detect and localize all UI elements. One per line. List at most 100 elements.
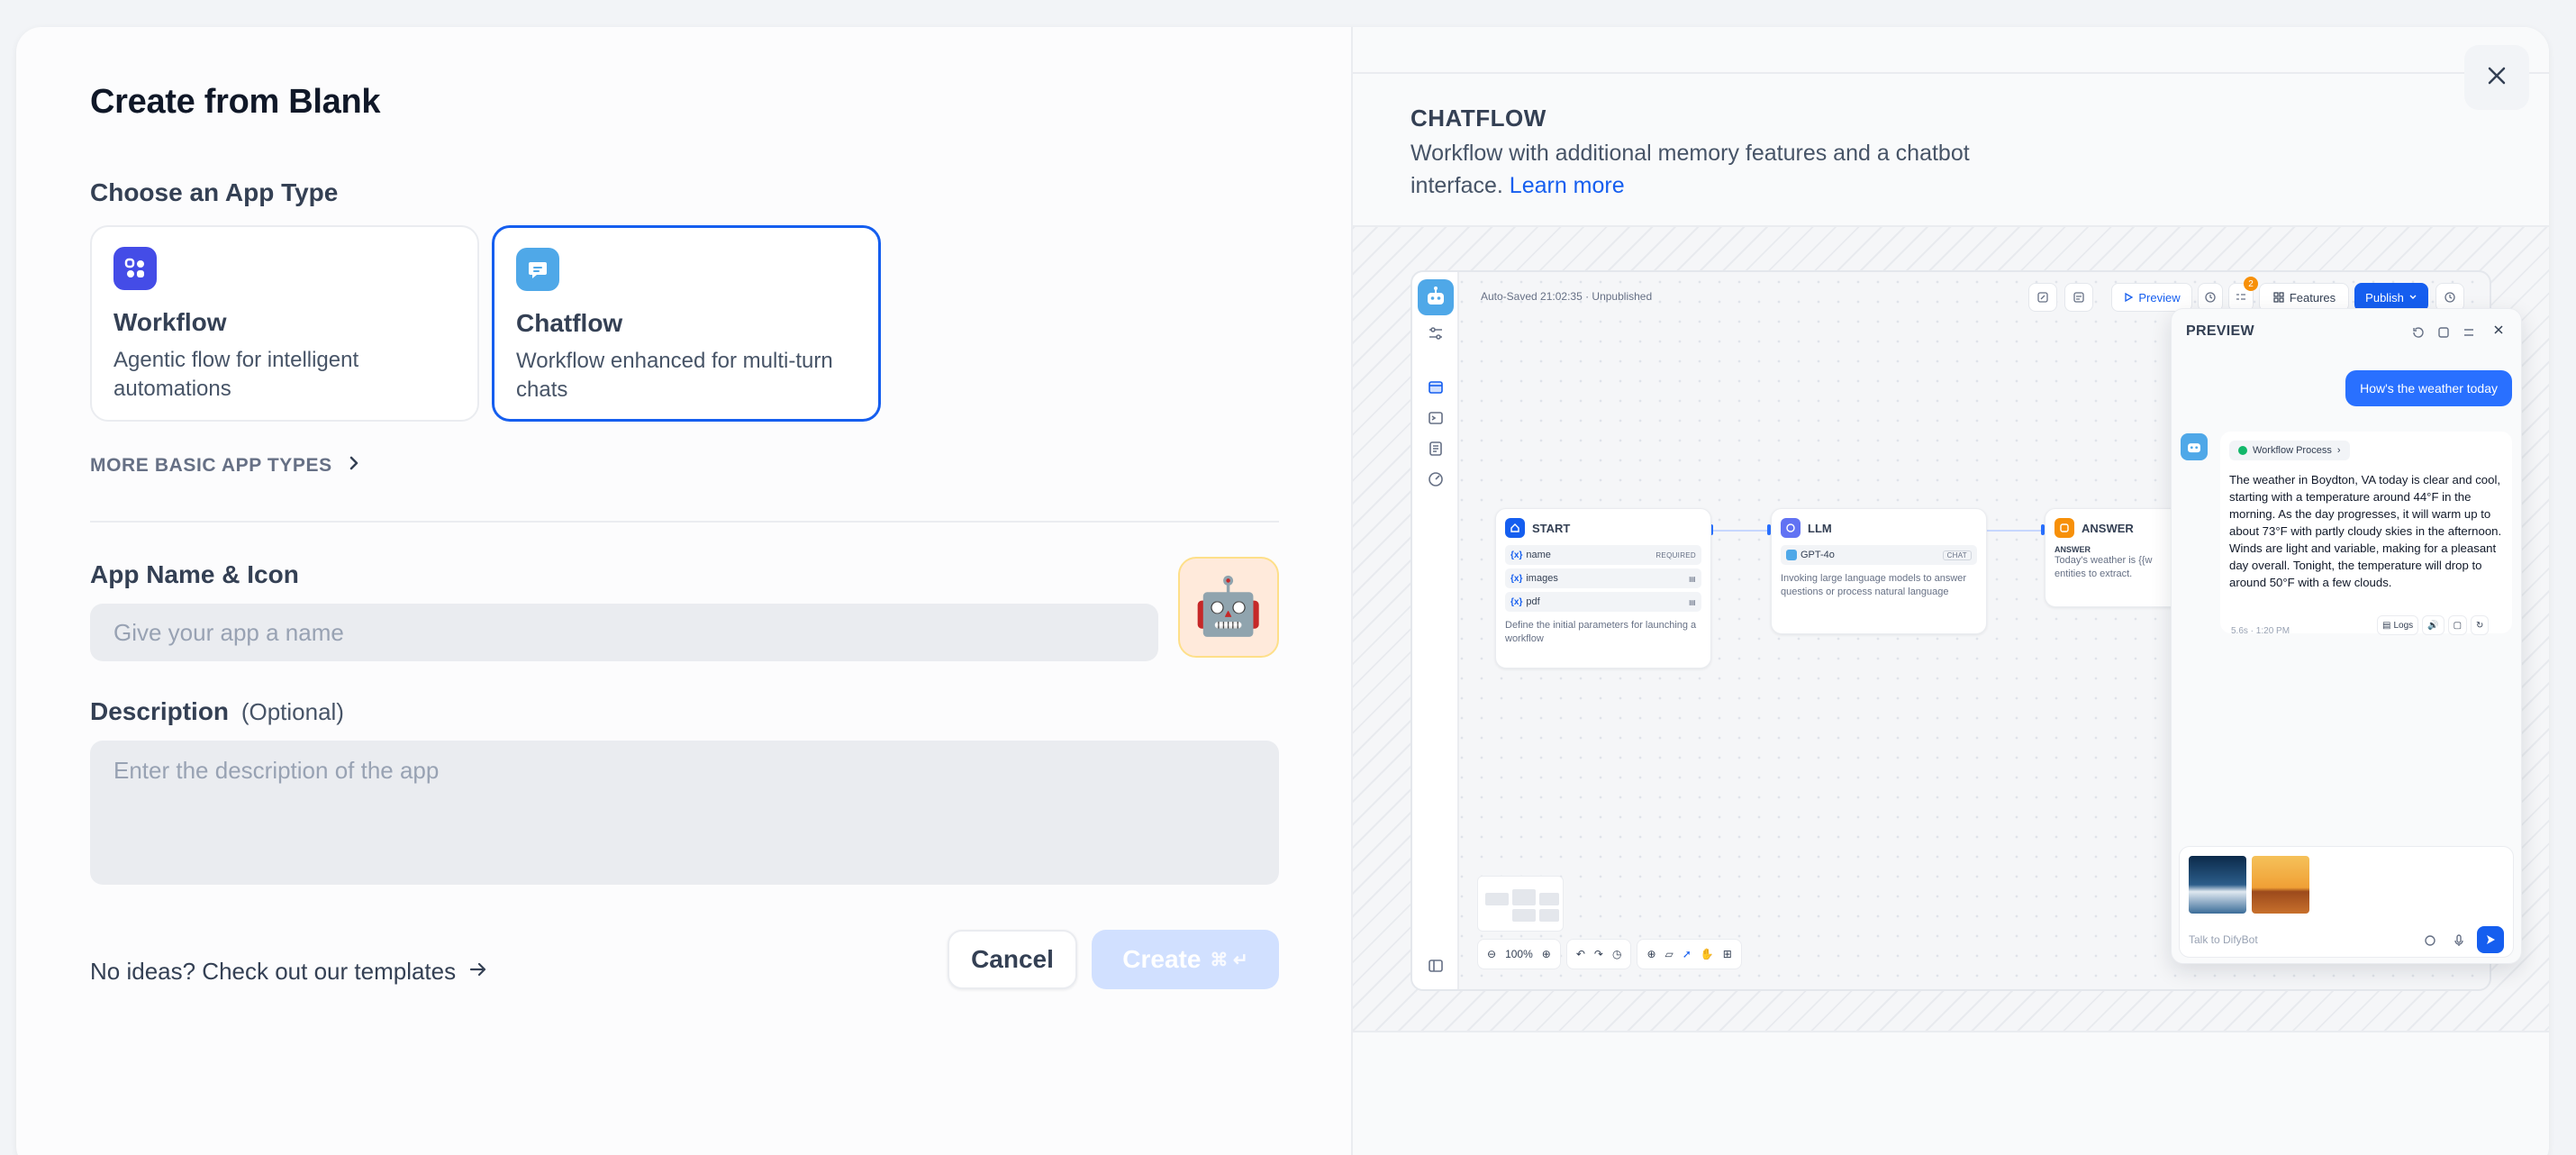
chevron-right-icon: ›: [2336, 445, 2341, 456]
close-icon: [2484, 63, 2509, 93]
bot-logo-icon: [1418, 279, 1454, 315]
uploaded-image-thumbnail: [2189, 856, 2246, 914]
close-button[interactable]: [2464, 45, 2529, 110]
node-title: START: [1532, 521, 1571, 535]
toolbar-button: [2064, 283, 2093, 312]
preview-type-description: Workflow with additional memory features…: [1410, 137, 2041, 202]
app-type-description: Agentic flow for intelligent automations: [113, 348, 359, 401]
edit-icon: [2037, 292, 2048, 303]
checklist-icon: [2073, 292, 2084, 303]
microphone-icon: [2454, 934, 2463, 946]
node-title: ANSWER: [2082, 521, 2134, 535]
home-icon: [1505, 518, 1525, 538]
panel-title: PREVIEW: [2186, 323, 2254, 339]
create-button-label: Create: [1122, 945, 1202, 973]
canvas-toolbar: ⊖ 100% ⊕ ↶ ↷ ◷ ⊕ ▱ ➚ ✋ ⊞: [1477, 939, 1742, 969]
create-button[interactable]: Create ⌘ ↵: [1092, 930, 1279, 989]
terminal-icon: [1429, 412, 1443, 424]
app-preview-label: Preview: [2138, 290, 2181, 305]
divider: [1353, 72, 2549, 74]
history-icon: [2444, 292, 2455, 303]
arrow-right-icon: [468, 958, 488, 986]
logs-button: ▤ Logs: [2377, 615, 2419, 635]
uploaded-image-thumbnail: [2252, 856, 2309, 914]
app-sidebar: [1412, 272, 1459, 989]
templates-link[interactable]: No ideas? Check out our templates: [90, 958, 488, 986]
send-icon: [2477, 926, 2504, 953]
node-description: Define the initial parameters for launch…: [1505, 620, 1697, 644]
app-type-description: Workflow enhanced for multi-turn chats: [516, 349, 833, 402]
create-form: Create from Blank Choose an App Type Wor…: [16, 27, 1351, 1155]
note-icon: ▱: [1664, 948, 1673, 960]
workflow-edge: [1985, 530, 2043, 532]
orchestrate-icon: [1429, 381, 1443, 394]
copy-icon: ▢: [2447, 615, 2468, 635]
variable-name: name: [1526, 550, 1551, 560]
chat-input-box: Talk to DifyBot: [2179, 846, 2514, 958]
answer-icon: [2054, 518, 2074, 538]
variables-icon: [2464, 329, 2473, 336]
variable-icon: {x}: [1510, 573, 1523, 584]
zoom-out-icon: ⊖: [1487, 948, 1497, 960]
user-message: How's the weather today: [2345, 370, 2512, 406]
description-input[interactable]: [90, 741, 1279, 885]
variable-name: images: [1526, 573, 1558, 584]
zoom-level: 100%: [1505, 948, 1533, 960]
preview-illustration: Auto-Saved 21:02:35 · Unpublished Previe…: [1353, 225, 2549, 1032]
preview-type-title: CHATFLOW: [1410, 105, 1547, 132]
description-label-text: Description: [90, 697, 230, 725]
llm-icon: [1781, 518, 1800, 538]
checklist-icon: [2236, 294, 2245, 300]
more-app-types-toggle[interactable]: MORE BASIC APP TYPES: [90, 454, 361, 477]
app-type-card-workflow[interactable]: Workflow Agentic flow for intelligent au…: [90, 225, 479, 422]
model-mode-tag: CHAT: [1942, 550, 1972, 560]
chat-input-placeholder: Talk to DifyBot: [2189, 933, 2258, 946]
preview-description-text: Workflow with additional memory features…: [1410, 141, 1970, 198]
regenerate-icon: ↻: [2471, 615, 2490, 635]
file-icon: ▤: [1689, 574, 1696, 583]
variable-row: {x} images ▤: [1505, 568, 1701, 588]
logs-icon: [1429, 441, 1442, 456]
app-type-name: Chatflow: [516, 309, 623, 337]
chat-preview-panel: PREVIEW How's the weather today Workflow…: [2171, 308, 2522, 964]
create-app-modal: Create from Blank Choose an App Type Wor…: [16, 27, 2549, 1155]
divider: [90, 521, 1279, 523]
node-title: LLM: [1808, 521, 1832, 535]
hand-icon: ✋: [1700, 948, 1714, 960]
workflow-icon: [113, 247, 157, 290]
history-controls: ↶ ↷ ◷: [1565, 939, 1632, 969]
description-label: Description (Optional): [90, 697, 344, 726]
close-icon: [2494, 325, 2503, 334]
grid-icon: [2273, 292, 2284, 303]
learn-more-link[interactable]: Learn more: [1510, 173, 1625, 198]
zoom-in-icon: ⊕: [1541, 948, 1551, 960]
robot-icon: 🤖: [1193, 576, 1264, 638]
play-icon: [2125, 292, 2134, 303]
refresh-icon: [2413, 327, 2424, 338]
start-node: START {x} name REQUIRED {x} images ▤ {x}: [1495, 508, 1711, 668]
app-icon-picker[interactable]: 🤖: [1178, 557, 1279, 658]
history-icon: [2205, 292, 2216, 303]
model-icon: [1786, 550, 1797, 560]
variable-icon: {x}: [1510, 550, 1523, 560]
speaker-icon: 🔊: [2422, 615, 2444, 635]
variable-row: {x} pdf ▤: [1505, 592, 1701, 612]
app-type-card-chatflow[interactable]: Chatflow Workflow enhanced for multi-tur…: [492, 225, 881, 422]
app-type-name: Workflow: [113, 308, 227, 336]
success-icon: [2238, 446, 2247, 455]
node-description: Invoking large language models to answer…: [1781, 573, 1967, 597]
file-icon: ▤: [1689, 597, 1696, 606]
notification-badge: 2: [2244, 277, 2258, 291]
pointer-icon: ➚: [1682, 948, 1692, 960]
app-name-input[interactable]: [90, 604, 1158, 661]
undo-icon: ↶: [1575, 948, 1585, 960]
cancel-button[interactable]: Cancel: [948, 930, 1077, 989]
optional-hint: (Optional): [240, 698, 344, 725]
workflow-edge: [1711, 530, 1769, 532]
add-node-icon: ⊕: [1646, 948, 1656, 960]
app-preview-button: Preview: [2111, 283, 2192, 312]
organize-icon: ⊞: [1722, 948, 1732, 960]
model-name: GPT-4o: [1800, 550, 1835, 560]
zoom-controls: ⊖ 100% ⊕: [1477, 939, 1561, 969]
keyboard-shortcut: ⌘ ↵: [1210, 950, 1248, 970]
